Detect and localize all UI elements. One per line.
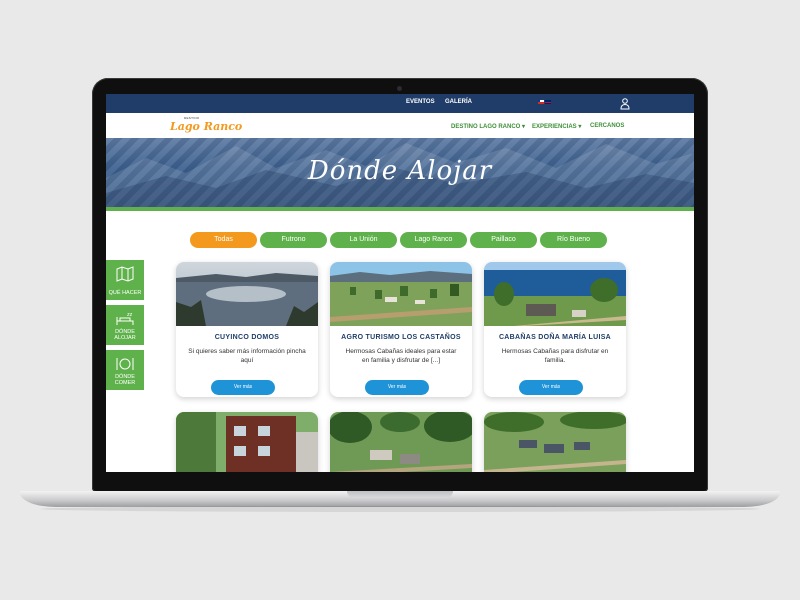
card-image — [484, 412, 626, 472]
camera-icon — [397, 86, 402, 91]
topbar-link-galeria[interactable]: GALERÍA — [445, 99, 472, 105]
filter-lago-ranco[interactable]: Lago Ranco — [400, 232, 467, 248]
listing-card[interactable]: CABAÑAS DOÑA MARÍA LUISA Hermosas Cabaña… — [484, 262, 626, 397]
ver-mas-button[interactable]: Ver más — [365, 380, 429, 395]
main-nav: DESTINO Lago Ranco DESTINO LAGO RANCO ▾ … — [106, 113, 694, 139]
listing-card[interactable]: AGRO TURISMO LOS CASTAÑOS Hermosas Cabañ… — [330, 262, 472, 397]
side-tab-label: DÓNDE ALOJAR — [114, 329, 136, 341]
browser-screen: EVENTOS GALERÍA DESTINO Lago Ranco DESTI… — [106, 94, 694, 472]
listing-card[interactable] — [330, 412, 472, 472]
card-title: AGRO TURISMO LOS CASTAÑOS — [341, 334, 461, 341]
ver-mas-button[interactable]: Ver más — [519, 380, 583, 395]
filter-la-union[interactable]: La Unión — [330, 232, 397, 248]
svg-text:zz: zz — [127, 312, 133, 318]
side-tab-donde-alojar[interactable]: zz DÓNDE ALOJAR — [106, 305, 144, 345]
listing-card[interactable]: CUYINCO DOMOS Si quieres saber más infor… — [176, 262, 318, 397]
nav-cercanos[interactable]: CERCANOS — [590, 123, 624, 129]
filter-paillaco[interactable]: Paillaco — [470, 232, 537, 248]
card-image — [330, 412, 472, 472]
hero-banner: Dónde Alojar — [106, 138, 694, 211]
top-bar: EVENTOS GALERÍA — [106, 94, 694, 113]
site-logo[interactable]: Lago Ranco — [170, 120, 242, 133]
side-tab-label: QUÉ HACER — [108, 290, 142, 296]
english-flag-icon[interactable] — [545, 100, 551, 104]
laptop-notch — [347, 491, 453, 498]
nav-experiencias[interactable]: EXPERIENCIAS ▾ — [532, 123, 581, 130]
topbar-link-eventos[interactable]: EVENTOS — [406, 99, 435, 105]
listing-card[interactable] — [484, 412, 626, 472]
side-tab-que-hacer[interactable]: QUÉ HACER — [106, 260, 144, 300]
nav-destino-lago-ranco[interactable]: DESTINO LAGO RANCO ▾ — [451, 123, 525, 130]
spanish-flag-icon[interactable] — [538, 100, 544, 104]
laptop-shadow — [40, 506, 760, 512]
card-image — [176, 412, 318, 472]
card-title: CUYINCO DOMOS — [214, 334, 280, 341]
filter-futrono[interactable]: Futrono — [260, 232, 327, 248]
ver-mas-button[interactable]: Ver más — [211, 380, 275, 395]
listing-card[interactable] — [176, 412, 318, 472]
card-title: CABAÑAS DOÑA MARÍA LUISA — [498, 334, 612, 341]
map-icon — [116, 266, 134, 282]
side-tab-label: DÓNDE COMER — [114, 374, 136, 386]
card-description: Hermosas Cabañas para disfrutar en famil… — [501, 348, 609, 364]
filter-rio-bueno[interactable]: Río Bueno — [540, 232, 607, 248]
card-image — [484, 262, 626, 326]
user-icon[interactable] — [620, 97, 630, 110]
bed-icon: zz — [116, 312, 134, 325]
card-image — [330, 262, 472, 326]
dinner-plate-icon — [116, 358, 134, 370]
card-image — [176, 262, 318, 326]
card-description: Hermosas Cabañas ideales para estar en f… — [345, 348, 457, 364]
side-tab-donde-comer[interactable]: DÓNDE COMER — [106, 350, 144, 390]
card-description: Si quieres saber más información pincha … — [188, 348, 306, 364]
page-title: Dónde Alojar — [307, 156, 493, 186]
filter-todas[interactable]: Todas — [190, 232, 257, 248]
